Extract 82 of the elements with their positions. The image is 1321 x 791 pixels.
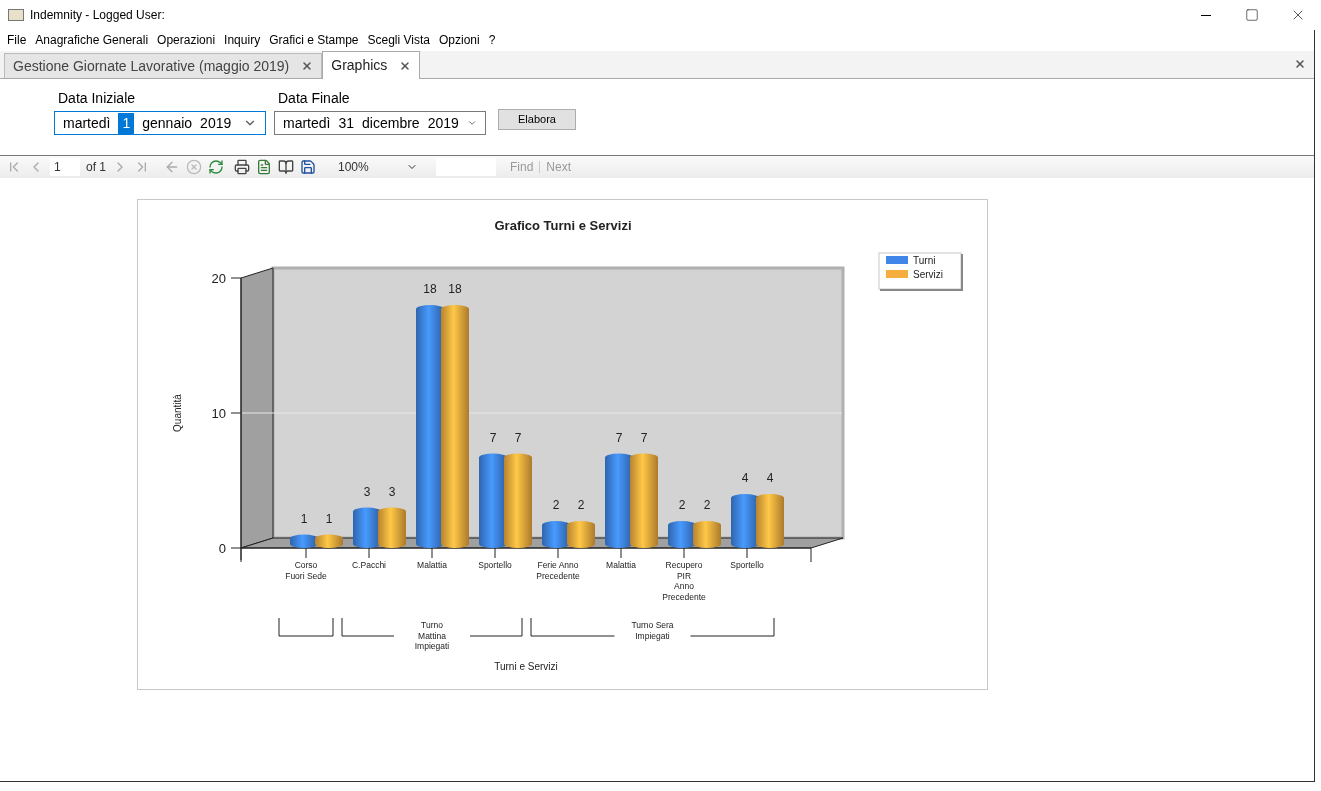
date-part[interactable]: 2019 (200, 112, 232, 134)
legend-label: Servizi (913, 269, 943, 280)
bar (756, 494, 784, 548)
y-tick-label: 0 (218, 541, 226, 556)
data-label: 3 (388, 484, 396, 499)
data-label: 2 (552, 498, 560, 512)
data-label: 7 (640, 430, 648, 445)
data-label: 3 (363, 484, 371, 499)
data-label: 4 (741, 471, 749, 485)
close-all-tabs-icon[interactable] (1294, 58, 1306, 70)
zoom-dropdown[interactable]: 100% (334, 158, 422, 176)
menu-item[interactable]: Scegli Vista (367, 31, 430, 49)
bar (567, 521, 595, 548)
data-label: 1 (300, 511, 308, 526)
data-label: 4 (766, 471, 774, 485)
x-tick-label: Malattia (417, 560, 447, 570)
date-part[interactable]: dicembre (362, 112, 420, 134)
date-part[interactable]: martedì (283, 112, 331, 134)
date-part[interactable]: 1 (118, 112, 135, 134)
y-tick-label: 10 (211, 406, 226, 421)
menu-item[interactable]: Inquiry (224, 31, 261, 49)
tab-close-icon[interactable] (301, 60, 314, 72)
save-icon[interactable] (300, 159, 316, 175)
stop-icon[interactable] (186, 159, 202, 175)
menu-item[interactable]: Operazioni (157, 31, 216, 49)
date-part[interactable]: 31 (338, 112, 355, 134)
date-part[interactable]: martedì (63, 112, 111, 134)
x-tick-label: Recupero PIR Anno Precedente (662, 560, 706, 602)
group-bracket (278, 617, 334, 637)
date-part[interactable]: 2019 (427, 112, 459, 134)
legend-label: Turni (913, 255, 936, 266)
y-axis-title: Quantità (172, 394, 183, 432)
data-label: 18 (423, 282, 437, 296)
y-tick-label: 20 (211, 271, 226, 286)
menu-item[interactable]: Opzioni (439, 31, 480, 49)
bar (378, 507, 406, 548)
x-tick-label: Ferie Anno Precedente (536, 560, 580, 581)
date-part[interactable]: gennaio (142, 112, 193, 134)
maximize-icon (1245, 8, 1259, 22)
chart-caption: Turni e Servizi (494, 661, 558, 672)
data-label: 2 (703, 498, 711, 512)
x-tick-label: Malattia (606, 560, 636, 570)
x-tick-label: Sportello (478, 560, 512, 570)
tab-label: Graphics (331, 56, 388, 75)
data-label: 2 (678, 498, 686, 512)
chart-title: Grafico Turni e Servizi (494, 218, 632, 233)
data-label: 18 (448, 282, 462, 296)
page-layout-icon[interactable] (256, 159, 272, 175)
tab[interactable]: Gestione Giornate Lavorative (maggio 2019) (4, 53, 323, 78)
x-tick-label: C.Pacchi (352, 560, 386, 570)
group-label: Turno Sera Impiegati (631, 620, 674, 641)
page-setup-icon[interactable] (278, 159, 294, 175)
date-picker[interactable]: martedì 31 dicembre 2019 (274, 111, 486, 135)
menu-item[interactable]: File (7, 31, 27, 49)
field-label: Data Iniziale (57, 89, 137, 108)
tab-close-icon[interactable] (399, 59, 412, 72)
date-picker[interactable]: martedì 1 gennaio 2019 (54, 111, 266, 135)
window-title: Indemnity - Logged User: (30, 7, 165, 24)
data-label: 7 (615, 430, 623, 445)
data-label: 1 (325, 511, 333, 526)
page-number-field[interactable]: 1 (50, 158, 80, 176)
print-icon[interactable] (234, 159, 250, 175)
group-label: Turno Mattina Impiegati (414, 620, 450, 651)
x-tick-label: Sportello (730, 560, 764, 570)
elabora-button[interactable]: Elabora (498, 109, 576, 130)
data-label: 7 (514, 430, 522, 445)
bar (693, 521, 721, 548)
data-label: 2 (577, 498, 585, 512)
refresh-icon[interactable] (208, 159, 224, 175)
x-tick-label: Corso Fuori Sede (285, 560, 327, 581)
data-label: 7 (489, 430, 497, 445)
menu-item[interactable]: Anagrafiche Generali (35, 31, 149, 49)
menu-item[interactable]: ? (488, 31, 496, 49)
minimize-icon (1201, 14, 1211, 16)
back-icon[interactable] (164, 159, 180, 175)
page-count: of 1 (86, 159, 106, 176)
tab[interactable]: Graphics (322, 51, 421, 79)
field-label: Data Finale (277, 89, 351, 108)
tab-label: Gestione Giornate Lavorative (maggio 2019) (13, 56, 290, 76)
menu-item[interactable]: Grafici e Stampe (269, 31, 359, 49)
bar (731, 494, 759, 548)
app-icon (8, 9, 24, 21)
